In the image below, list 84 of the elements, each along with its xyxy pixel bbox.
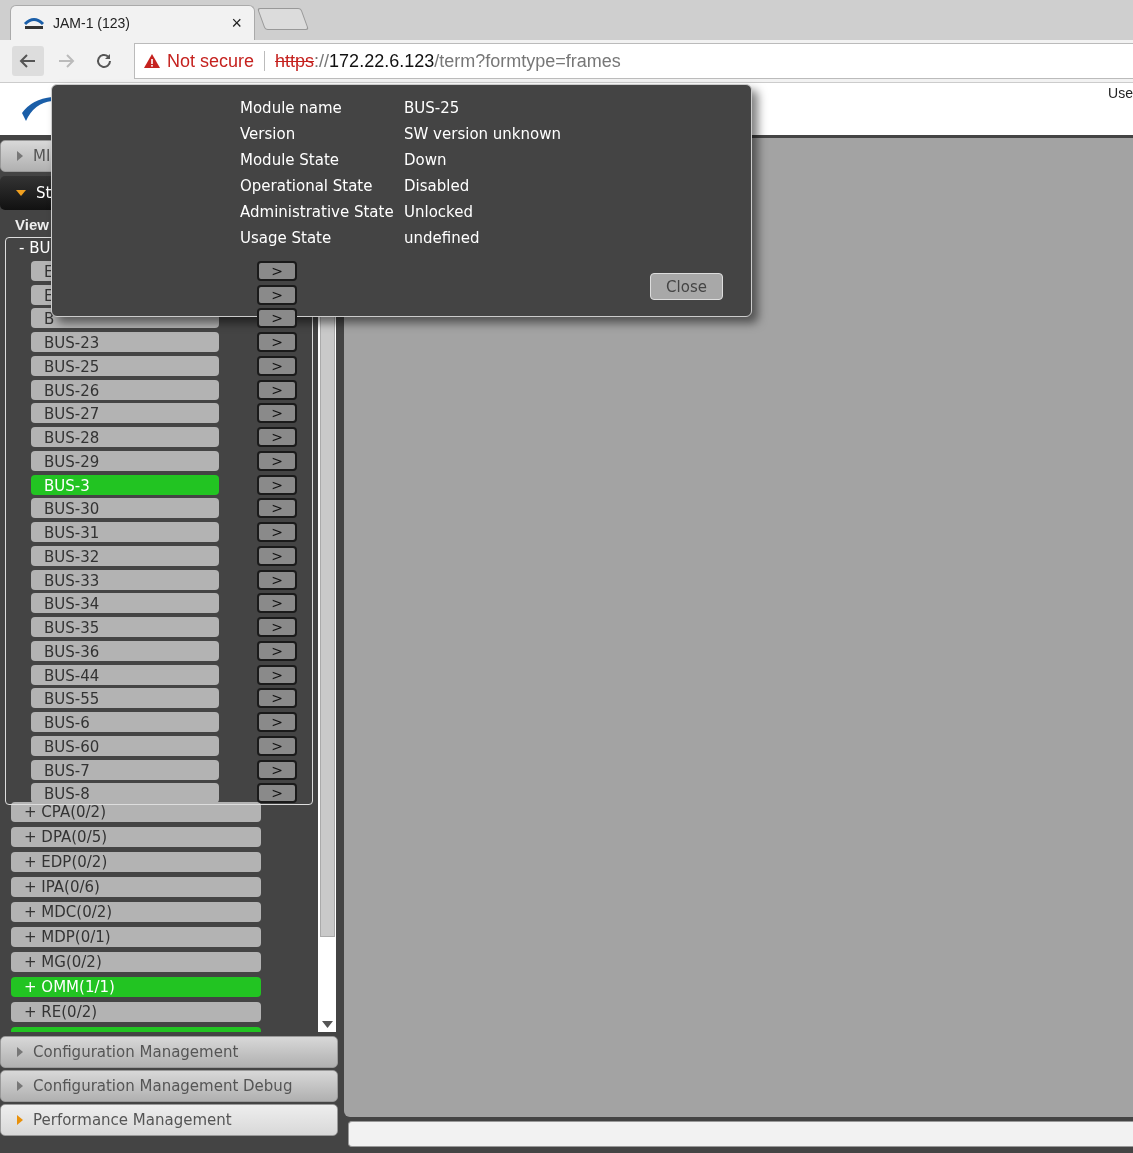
- module-item[interactable]: BUS-33: [31, 569, 219, 590]
- module-item[interactable]: BUS-27: [31, 403, 219, 424]
- view-label: View: [15, 216, 49, 233]
- security-warning: Not secure: [167, 50, 255, 72]
- property-label: Usage State: [240, 228, 333, 249]
- property-label: Module State: [240, 150, 341, 171]
- caret-icon: [17, 1047, 23, 1057]
- details-button[interactable]: >: [257, 355, 297, 376]
- details-button[interactable]: >: [257, 735, 297, 756]
- module-item[interactable]: BUS-34: [31, 593, 219, 614]
- details-button[interactable]: >: [257, 569, 297, 590]
- property-value: Unlocked: [404, 202, 474, 223]
- module-item[interactable]: BUS-28: [31, 427, 219, 448]
- section-header[interactable]: Performance Management: [0, 1104, 338, 1136]
- property-value: undefined: [404, 228, 481, 249]
- details-button[interactable]: >: [257, 783, 297, 804]
- property-value: Disabled: [404, 176, 471, 197]
- details-button[interactable]: >: [257, 308, 297, 329]
- module-item[interactable]: BUS-25: [31, 355, 219, 376]
- module-item[interactable]: BUS-6: [31, 712, 219, 733]
- group-item[interactable]: + EDP(0/2): [11, 852, 261, 872]
- group-item[interactable]: + MG(0/2): [11, 952, 261, 972]
- section-header[interactable]: Configuration Management Debug: [0, 1070, 338, 1102]
- section-header[interactable]: Configuration Management: [0, 1036, 338, 1068]
- user-label: Use: [1108, 85, 1133, 103]
- details-button[interactable]: >: [257, 593, 297, 614]
- details-button[interactable]: >: [257, 688, 297, 709]
- module-item[interactable]: BUS-35: [31, 617, 219, 638]
- input-field[interactable]: [348, 1121, 1133, 1147]
- group-item[interactable]: + IPA(0/6): [11, 877, 261, 897]
- property-label: Administrative State: [240, 202, 395, 223]
- details-button[interactable]: >: [257, 498, 297, 519]
- details-button[interactable]: >: [257, 403, 297, 424]
- group-item[interactable]: + DPA(0/5): [11, 827, 261, 847]
- group-item[interactable]: + MDP(0/1): [11, 927, 261, 947]
- group-item[interactable]: + RE(0/2): [11, 1002, 261, 1022]
- caret-icon: [17, 1115, 23, 1125]
- module-item[interactable]: BUS-7: [31, 759, 219, 780]
- tab-title: JAM-1 (123): [53, 15, 132, 31]
- caret-icon: [17, 151, 23, 161]
- module-item[interactable]: BUS-23: [31, 332, 219, 353]
- module-item[interactable]: BUS-60: [31, 735, 219, 756]
- property-label: Version: [240, 124, 297, 145]
- details-button[interactable]: >: [257, 332, 297, 353]
- details-button[interactable]: >: [257, 522, 297, 543]
- module-item[interactable]: BUS-31: [31, 522, 219, 543]
- module-item[interactable]: BUS-8: [31, 783, 219, 804]
- module-item[interactable]: BUS-44: [31, 664, 219, 685]
- close-icon[interactable]: ×: [231, 12, 242, 34]
- details-button[interactable]: >: [257, 759, 297, 780]
- property-label: Operational State: [240, 176, 374, 197]
- caret-icon: [16, 189, 26, 197]
- details-button[interactable]: >: [257, 640, 297, 661]
- module-item[interactable]: BUS-36: [31, 640, 219, 661]
- details-button[interactable]: >: [257, 450, 297, 471]
- module-item[interactable]: BUS-30: [31, 498, 219, 519]
- module-item[interactable]: BUS-32: [31, 545, 219, 566]
- details-button[interactable]: >: [257, 664, 297, 685]
- property-label: Module name: [240, 98, 343, 119]
- details-button[interactable]: >: [257, 379, 297, 400]
- details-button[interactable]: >: [257, 474, 297, 495]
- details-button[interactable]: >: [257, 427, 297, 448]
- reload-icon: [94, 51, 114, 71]
- group-item[interactable]: + MDC(0/2): [11, 902, 261, 922]
- module-item[interactable]: BUS-29: [31, 450, 219, 471]
- property-value: SW version unknown: [404, 124, 562, 145]
- favicon-icon: [23, 15, 45, 31]
- back-button[interactable]: [12, 46, 44, 76]
- module-item[interactable]: BUS-26: [31, 379, 219, 400]
- details-button[interactable]: >: [257, 545, 297, 566]
- property-value: BUS-25: [404, 98, 461, 119]
- warning-icon: [143, 53, 161, 69]
- details-button[interactable]: >: [257, 284, 297, 305]
- details-button[interactable]: >: [257, 260, 297, 281]
- details-button[interactable]: >: [257, 617, 297, 638]
- address-bar[interactable]: Not secure https://172.22.6.123/term?formtype=frames: [134, 43, 1133, 79]
- browser-tab[interactable]: JAM-1 (123) ×: [10, 5, 255, 40]
- url-text: https://172.22.6.123/term?formtype=frames: [275, 50, 621, 72]
- caret-icon: [17, 1081, 23, 1091]
- close-button[interactable]: Close: [650, 273, 723, 300]
- module-item[interactable]: BUS-55: [31, 688, 219, 709]
- details-button[interactable]: >: [257, 712, 297, 733]
- property-value: Down: [404, 150, 448, 171]
- scroll-down-icon[interactable]: [322, 1021, 333, 1028]
